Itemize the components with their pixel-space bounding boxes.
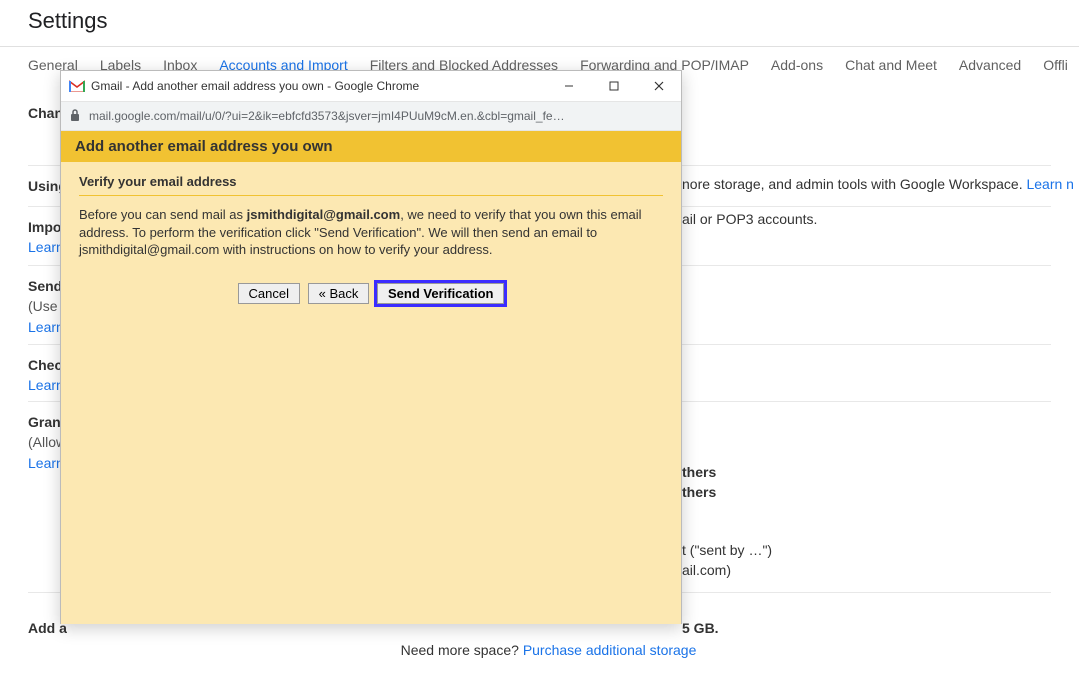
gmail-icon bbox=[69, 80, 85, 92]
cancel-button[interactable]: Cancel bbox=[238, 283, 300, 304]
tab-offline[interactable]: Offli bbox=[1043, 57, 1068, 73]
learn-more-link[interactable]: Learn bbox=[28, 455, 64, 471]
pop3-text: ail or POP3 accounts. bbox=[682, 209, 817, 229]
learn-more-link[interactable]: Learn n bbox=[1026, 176, 1073, 192]
purchase-storage-link[interactable]: Purchase additional storage bbox=[523, 642, 697, 658]
learn-more-link[interactable]: Learn bbox=[28, 319, 64, 335]
frag-text: thers bbox=[682, 482, 716, 502]
window-title: Gmail - Add another email address you ow… bbox=[91, 79, 546, 93]
tab-addons[interactable]: Add-ons bbox=[771, 57, 823, 73]
storage-text: Need more space? bbox=[401, 642, 519, 658]
page-title: Settings bbox=[0, 0, 1079, 46]
modal-header: Add another email address you own bbox=[61, 131, 681, 162]
app-root: Settings General Labels Inbox Accounts a… bbox=[0, 0, 1079, 693]
close-button[interactable] bbox=[636, 71, 681, 101]
row-label: Send bbox=[28, 278, 62, 294]
window-titlebar: Gmail - Add another email address you ow… bbox=[61, 71, 681, 102]
learn-more-link[interactable]: Learn bbox=[28, 239, 64, 255]
tab-advanced[interactable]: Advanced bbox=[959, 57, 1021, 73]
popup-window: Gmail - Add another email address you ow… bbox=[60, 70, 682, 624]
row-sub: (Use bbox=[28, 298, 58, 314]
modal-body: Verify your email address Before you can… bbox=[61, 162, 681, 624]
row-label: Impo bbox=[28, 219, 61, 235]
frag-text: ail.com) bbox=[682, 560, 731, 580]
verify-email: jsmithdigital@gmail.com bbox=[247, 207, 401, 222]
frag-text: thers bbox=[682, 462, 716, 482]
verify-para-a: Before you can send mail as bbox=[79, 207, 247, 222]
send-verification-button[interactable]: Send Verification bbox=[377, 283, 504, 304]
back-button[interactable]: « Back bbox=[308, 283, 370, 304]
frag-text: t ("sent by …") bbox=[682, 540, 772, 560]
row-label: Chec bbox=[28, 357, 62, 373]
verify-text: Before you can send mail as jsmithdigita… bbox=[79, 206, 663, 259]
row-label: Gran bbox=[28, 414, 61, 430]
verify-title: Verify your email address bbox=[79, 174, 663, 196]
storage-row: Add a 5 GB. Need more space? Purchase ad… bbox=[28, 620, 1069, 658]
address-bar: mail.google.com/mail/u/0/?ui=2&ik=ebfcfd… bbox=[61, 102, 681, 131]
button-row: Cancel « Back Send Verification bbox=[79, 283, 663, 304]
url-text: mail.google.com/mail/u/0/?ui=2&ik=ebfcfd… bbox=[89, 109, 565, 123]
learn-more-link[interactable]: Learn bbox=[28, 377, 64, 393]
maximize-button[interactable] bbox=[591, 71, 636, 101]
lock-icon bbox=[69, 108, 81, 125]
minimize-button[interactable] bbox=[546, 71, 591, 101]
tab-chat-meet[interactable]: Chat and Meet bbox=[845, 57, 937, 73]
workspace-text: nore storage, and admin tools with Googl… bbox=[682, 176, 1023, 192]
row-label: Chan bbox=[28, 105, 63, 121]
storage-size: 5 GB. bbox=[682, 620, 719, 636]
